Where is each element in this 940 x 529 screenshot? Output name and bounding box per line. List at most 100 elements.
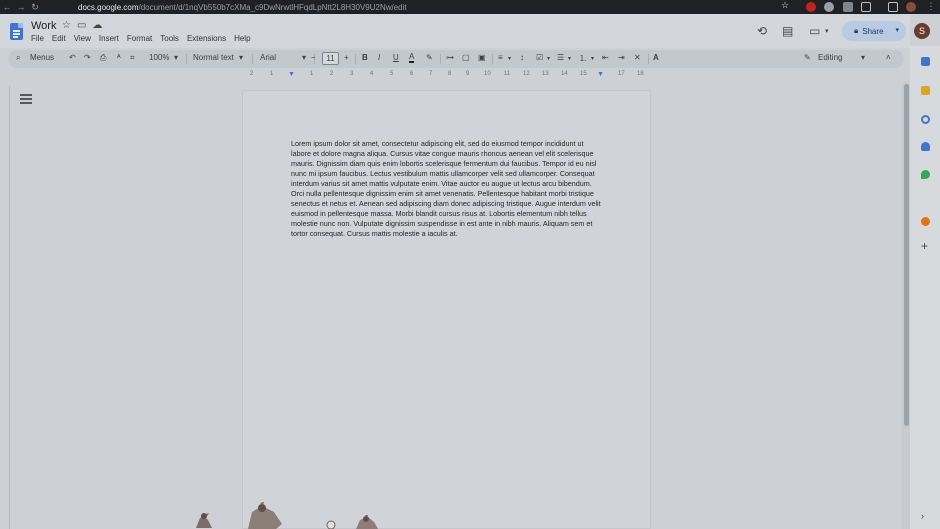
version-history-icon[interactable]: ⟲ <box>757 24 767 38</box>
bullet-chevron-down-icon[interactable]: ▾ <box>568 55 571 62</box>
menu-file[interactable]: File <box>31 34 44 43</box>
italic-icon[interactable]: I <box>378 53 380 62</box>
decrease-font-size-button[interactable]: − <box>311 53 316 62</box>
meet-chevron-down-icon[interactable]: ▾ <box>825 27 829 35</box>
addon-icon[interactable] <box>921 217 930 226</box>
forward-icon[interactable]: → <box>14 2 28 12</box>
menu-help[interactable]: Help <box>234 34 250 43</box>
ruler-tick: 18 <box>637 71 644 77</box>
font-size-input[interactable]: 11 <box>322 52 339 65</box>
undo-icon[interactable]: ↶ <box>69 53 76 62</box>
side-panel-toggle-icon[interactable]: › <box>921 512 930 521</box>
ruler-tick: 2 <box>330 71 334 77</box>
checklist-chevron-down-icon[interactable]: ▾ <box>547 55 550 62</box>
increase-font-size-button[interactable]: + <box>344 53 349 62</box>
collapse-chevron-up-icon[interactable]: ˄ <box>886 53 891 62</box>
comments-icon[interactable]: ▤ <box>782 24 793 38</box>
ruler-tick: 5 <box>390 71 394 77</box>
highlight-icon[interactable]: ✎ <box>426 53 433 62</box>
number-chevron-down-icon[interactable]: ▾ <box>591 55 594 62</box>
extensions-puzzle-icon[interactable] <box>861 2 871 12</box>
maps-icon[interactable] <box>921 170 930 179</box>
line-spacing-icon[interactable]: ↕ <box>520 53 524 62</box>
clear-formatting-icon[interactable]: ✕ <box>634 53 641 62</box>
zoom-chevron-down-icon[interactable]: ▾ <box>174 53 178 62</box>
share-chevron-down-icon[interactable]: ▾ <box>895 26 899 34</box>
align-chevron-down-icon[interactable]: ▾ <box>508 55 511 62</box>
font-chevron-down-icon[interactable]: ▾ <box>302 53 306 62</box>
back-icon[interactable]: ← <box>0 2 14 12</box>
menu-extensions[interactable]: Extensions <box>187 34 226 43</box>
indent-marker-icon[interactable]: ▼ <box>288 71 295 78</box>
lock-icon: 🔒︎ <box>854 26 859 35</box>
menus-search[interactable]: Menus <box>30 53 54 62</box>
meet-video-icon[interactable]: ▭ <box>809 24 820 38</box>
title-icons: ☆▭☁ <box>62 20 108 31</box>
body-paragraph[interactable]: Lorem ipsum dolor sit amet, consectetur … <box>291 139 603 239</box>
profile-icon[interactable] <box>906 2 916 12</box>
document-outline-icon[interactable] <box>20 94 32 104</box>
paint-format-icon[interactable]: ⌗ <box>130 53 135 63</box>
spellcheck-icon[interactable]: ᴬ <box>117 53 121 62</box>
media-control-icon[interactable] <box>888 2 898 12</box>
text-format-icon[interactable]: A <box>653 53 659 62</box>
decrease-indent-icon[interactable]: ⇤ <box>602 53 609 62</box>
tasks-icon[interactable] <box>921 115 930 124</box>
divider <box>186 54 187 64</box>
browser-bar: ← → ↻ docs.google.com/document/d/1nqVb55… <box>0 0 940 14</box>
pencil-icon[interactable]: ✎ <box>804 53 811 62</box>
style-chevron-down-icon[interactable]: ▾ <box>239 53 243 62</box>
folder-icon[interactable]: ▭ <box>77 20 92 31</box>
menu-insert[interactable]: Insert <box>99 34 119 43</box>
contacts-icon[interactable] <box>921 142 930 151</box>
horizontal-ruler[interactable]: 2 1 ▼ 1 2 3 4 5 6 7 8 9 10 11 12 13 14 1… <box>242 71 652 81</box>
url-path: /document/d/1nqVb550b7cXMa_c9DwNrwtlHFqd… <box>138 2 407 12</box>
ruler-tick: 1 <box>310 71 314 77</box>
checklist-icon[interactable]: ☑ <box>536 53 543 62</box>
vertical-ruler[interactable] <box>0 86 10 529</box>
align-icon[interactable]: ≡ <box>498 53 503 62</box>
text-color-icon[interactable]: A <box>409 53 415 63</box>
comment-icon[interactable]: ▢ <box>462 53 470 62</box>
print-icon[interactable]: ⎙ <box>100 53 106 63</box>
menu-edit[interactable]: Edit <box>52 34 66 43</box>
redo-icon[interactable]: ↷ <box>84 53 91 62</box>
address-bar[interactable]: docs.google.com/document/d/1nqVb550b7cXM… <box>78 3 407 12</box>
mode-chevron-down-icon[interactable]: ▾ <box>861 53 865 62</box>
link-icon[interactable]: ⊶ <box>446 53 454 62</box>
calendar-icon[interactable] <box>921 57 930 66</box>
extension-grey-icon[interactable] <box>824 2 834 12</box>
numbered-list-icon[interactable]: ⒈ <box>579 53 587 64</box>
right-indent-marker-icon[interactable]: ▼ <box>597 71 604 78</box>
bookmark-star-icon[interactable]: ☆ <box>781 0 791 10</box>
cloud-saved-icon[interactable]: ☁ <box>92 20 108 31</box>
document-page[interactable]: Lorem ipsum dolor sit amet, consectetur … <box>242 90 651 529</box>
docs-logo-icon[interactable] <box>10 23 23 40</box>
font-select[interactable]: Arial <box>260 53 276 62</box>
increase-indent-icon[interactable]: ⇥ <box>618 53 625 62</box>
document-title[interactable]: Work <box>31 20 56 32</box>
search-icon[interactable]: ⌕ <box>16 53 20 63</box>
scrollbar-thumb[interactable] <box>904 84 909 426</box>
star-icon[interactable]: ☆ <box>62 20 77 31</box>
menu-view[interactable]: View <box>74 34 91 43</box>
underline-icon[interactable]: U <box>393 53 399 62</box>
keep-icon[interactable] <box>921 86 930 95</box>
reload-icon[interactable]: ↻ <box>28 2 42 13</box>
chicken-icon <box>248 502 282 529</box>
zoom-select[interactable]: 100% <box>149 53 169 62</box>
add-icon[interactable]: + <box>921 240 930 252</box>
editing-mode-select[interactable]: Editing <box>818 53 842 62</box>
bold-icon[interactable]: B <box>362 53 368 62</box>
menu-format[interactable]: Format <box>127 34 152 43</box>
avatar[interactable]: S <box>914 23 930 39</box>
side-panel: + › <box>910 46 940 529</box>
menu-tools[interactable]: Tools <box>160 34 179 43</box>
bulleted-list-icon[interactable]: ☰ <box>557 53 564 62</box>
browser-menu-icon[interactable]: ⋮ <box>924 1 938 12</box>
extension-red-icon[interactable] <box>806 2 816 12</box>
image-icon[interactable]: ▣ <box>478 53 486 62</box>
style-select[interactable]: Normal text <box>193 53 234 62</box>
share-button[interactable]: 🔒︎ Share ▾ <box>842 21 906 41</box>
extension-square-icon[interactable] <box>843 2 853 12</box>
